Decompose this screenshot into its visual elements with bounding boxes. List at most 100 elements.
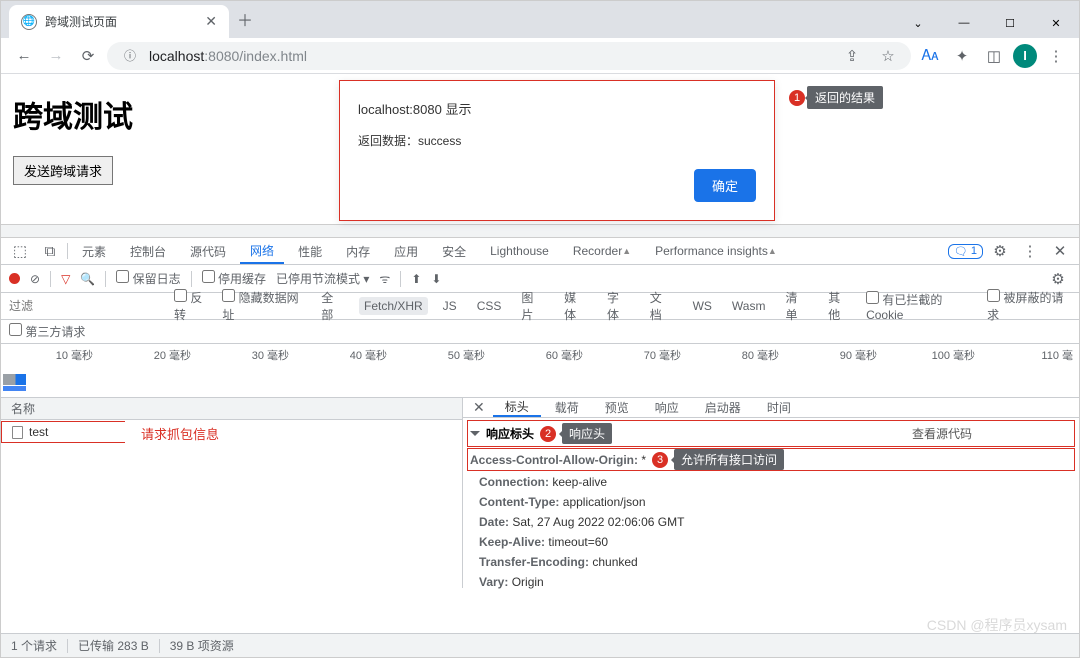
device-toggle-icon[interactable]: ⧉ xyxy=(37,238,63,264)
more-icon[interactable]: ⋮ xyxy=(1017,238,1043,264)
title-bar: 🌐 跨域测试页面 ✕ ＋ ⌄ — ☐ ✕ xyxy=(1,1,1079,38)
detail-tab-initiator[interactable]: 启动器 xyxy=(693,398,753,417)
window-close-icon[interactable]: ✕ xyxy=(1033,8,1079,38)
filter-input[interactable] xyxy=(9,299,164,313)
filter-toggle-icon[interactable]: ▽ xyxy=(61,272,70,286)
type-manifest[interactable]: 清单 xyxy=(780,287,813,325)
disable-cache-checkbox[interactable]: 停用缓存 xyxy=(202,270,266,287)
detail-tab-preview[interactable]: 预览 xyxy=(593,398,641,417)
type-wasm[interactable]: Wasm xyxy=(727,297,771,315)
browser-tab[interactable]: 🌐 跨域测试页面 ✕ xyxy=(9,5,229,38)
type-other[interactable]: 其他 xyxy=(823,287,856,325)
hide-data-urls-checkbox[interactable]: 隐藏数据网址 xyxy=(222,289,306,323)
status-transfer: 已传输 283 B xyxy=(78,637,149,654)
nav-forward-icon: → xyxy=(43,43,69,69)
avatar[interactable]: I xyxy=(1013,44,1037,68)
nav-back-icon[interactable]: ← xyxy=(11,43,37,69)
star-icon[interactable]: ☆ xyxy=(875,43,901,69)
name-header[interactable]: 名称 xyxy=(1,398,462,420)
type-fetchxhr[interactable]: Fetch/XHR xyxy=(359,297,428,315)
tab-network[interactable]: 网络 xyxy=(240,238,284,264)
upload-har-icon[interactable]: ⬆ xyxy=(411,272,421,286)
annotation-1-label: 返回的结果 xyxy=(807,86,883,109)
annotation-1: 1 返回的结果 xyxy=(789,86,883,109)
messages-badge[interactable]: 🗨1 xyxy=(948,244,983,259)
view-source-link[interactable]: 查看源代码 xyxy=(912,425,972,442)
share-icon[interactable]: ⇪ xyxy=(839,43,865,69)
type-img[interactable]: 图片 xyxy=(516,287,549,325)
send-cors-request-button[interactable]: 发送跨域请求 xyxy=(13,156,113,185)
throttle-select[interactable]: 已停用节流模式 ▾ xyxy=(276,270,369,287)
type-css[interactable]: CSS xyxy=(472,297,507,315)
annotation-3-num: 3 xyxy=(652,452,668,468)
devtools-divider[interactable] xyxy=(1,224,1079,238)
detail-tab-headers[interactable]: 标头 xyxy=(493,398,541,417)
preserve-log-checkbox[interactable]: 保留日志 xyxy=(116,270,180,287)
status-bar: 1 个请求 已传输 283 B 39 B 项资源 xyxy=(1,633,1079,657)
window-maximize-icon[interactable]: ☐ xyxy=(987,8,1033,38)
new-tab-button[interactable]: ＋ xyxy=(237,7,253,33)
devtools-close-icon[interactable]: ✕ xyxy=(1047,238,1073,264)
chevron-down-icon xyxy=(470,431,480,441)
window-chevron-icon[interactable]: ⌄ xyxy=(895,8,941,38)
record-icon[interactable] xyxy=(9,273,20,284)
network-timeline[interactable]: 10 毫秒20 毫秒30 毫秒 40 毫秒50 毫秒60 毫秒 70 毫秒80 … xyxy=(1,344,1079,398)
annotation-2-num: 2 xyxy=(540,426,556,442)
detail-close-icon[interactable]: ✕ xyxy=(467,399,491,416)
inspect-icon[interactable]: ⬚ xyxy=(7,238,33,264)
tab-elements[interactable]: 元素 xyxy=(72,238,116,264)
download-har-icon[interactable]: ⬇ xyxy=(431,272,441,286)
detail-tab-timing[interactable]: 时间 xyxy=(755,398,803,417)
tab-security[interactable]: 安全 xyxy=(432,238,476,264)
reverse-checkbox[interactable]: 反转 xyxy=(174,289,212,323)
tab-perf-insights[interactable]: Performance insights ▲ xyxy=(645,238,787,264)
annotation-2-label: 响应头 xyxy=(562,423,612,444)
detail-tabs: ✕ 标头 载荷 预览 响应 启动器 时间 xyxy=(463,398,1079,418)
url-box[interactable]: ⓘ localhost:8080/index.html ⇪ ☆ xyxy=(107,42,911,70)
blocked-cookie-checkbox[interactable]: 有已拦截的 Cookie xyxy=(866,291,977,322)
type-all[interactable]: 全部 xyxy=(316,287,349,325)
request-detail: ✕ 标头 载荷 预览 响应 启动器 时间 响应标头 2 响应头 查看源代码 Ac… xyxy=(463,398,1079,588)
dialog-ok-button[interactable]: 确定 xyxy=(694,169,756,202)
response-headers-section[interactable]: 响应标头 2 响应头 查看源代码 xyxy=(467,420,1075,447)
detail-tab-payload[interactable]: 载荷 xyxy=(543,398,591,417)
close-icon[interactable]: ✕ xyxy=(205,13,217,30)
type-doc[interactable]: 文档 xyxy=(645,287,678,325)
window-minimize-icon[interactable]: — xyxy=(941,8,987,38)
request-list: 名称 test 请求抓包信息 xyxy=(1,398,463,588)
hdr-keep-alive: Keep-Alive: timeout=60 xyxy=(463,532,1079,552)
tab-memory[interactable]: 内存 xyxy=(336,238,380,264)
wifi-icon[interactable]: ᯤ xyxy=(379,270,390,287)
hdr-connection: Connection: keep-alive xyxy=(463,472,1079,492)
tab-application[interactable]: 应用 xyxy=(384,238,428,264)
detail-tab-response[interactable]: 响应 xyxy=(643,398,691,417)
stop-icon[interactable]: ⊘ xyxy=(30,272,40,286)
info-icon[interactable]: ⓘ xyxy=(117,43,143,69)
search-icon[interactable]: 🔍 xyxy=(80,272,95,286)
request-name: test xyxy=(29,425,48,439)
gear-icon[interactable]: ⚙ xyxy=(987,238,1013,264)
blocked-req-checkbox[interactable]: 被屏蔽的请求 xyxy=(987,289,1071,323)
side-panel-icon[interactable]: ◫ xyxy=(981,43,1007,69)
page-content: 跨域测试 发送跨域请求 localhost:8080 显示 返回数据：succe… xyxy=(1,74,1079,224)
request-row[interactable]: test xyxy=(1,421,125,443)
type-js[interactable]: JS xyxy=(438,297,462,315)
type-font[interactable]: 字体 xyxy=(602,287,635,325)
annotation-3-label: 允许所有接口访问 xyxy=(674,449,784,470)
nav-reload-icon[interactable]: ⟳ xyxy=(75,43,101,69)
tab-recorder[interactable]: Recorder ▲ xyxy=(563,238,641,264)
extensions-icon[interactable]: ✦ xyxy=(949,43,975,69)
translate-icon[interactable]: 🗛 xyxy=(917,43,943,69)
type-media[interactable]: 媒体 xyxy=(559,287,592,325)
network-settings-icon[interactable]: ⚙ xyxy=(1045,266,1071,292)
tab-title: 跨域测试页面 xyxy=(45,13,197,30)
url-text: localhost:8080/index.html xyxy=(149,48,307,64)
tab-lighthouse[interactable]: Lighthouse xyxy=(480,238,559,264)
type-ws[interactable]: WS xyxy=(688,297,717,315)
acao-header-row: Access-Control-Allow-Origin: * 3 允许所有接口访… xyxy=(467,448,1075,471)
third-party-checkbox[interactable]: 第三方请求 xyxy=(9,323,85,340)
tab-sources[interactable]: 源代码 xyxy=(180,238,236,264)
menu-icon[interactable]: ⋮ xyxy=(1043,43,1069,69)
tab-performance[interactable]: 性能 xyxy=(288,238,332,264)
tab-console[interactable]: 控制台 xyxy=(120,238,176,264)
